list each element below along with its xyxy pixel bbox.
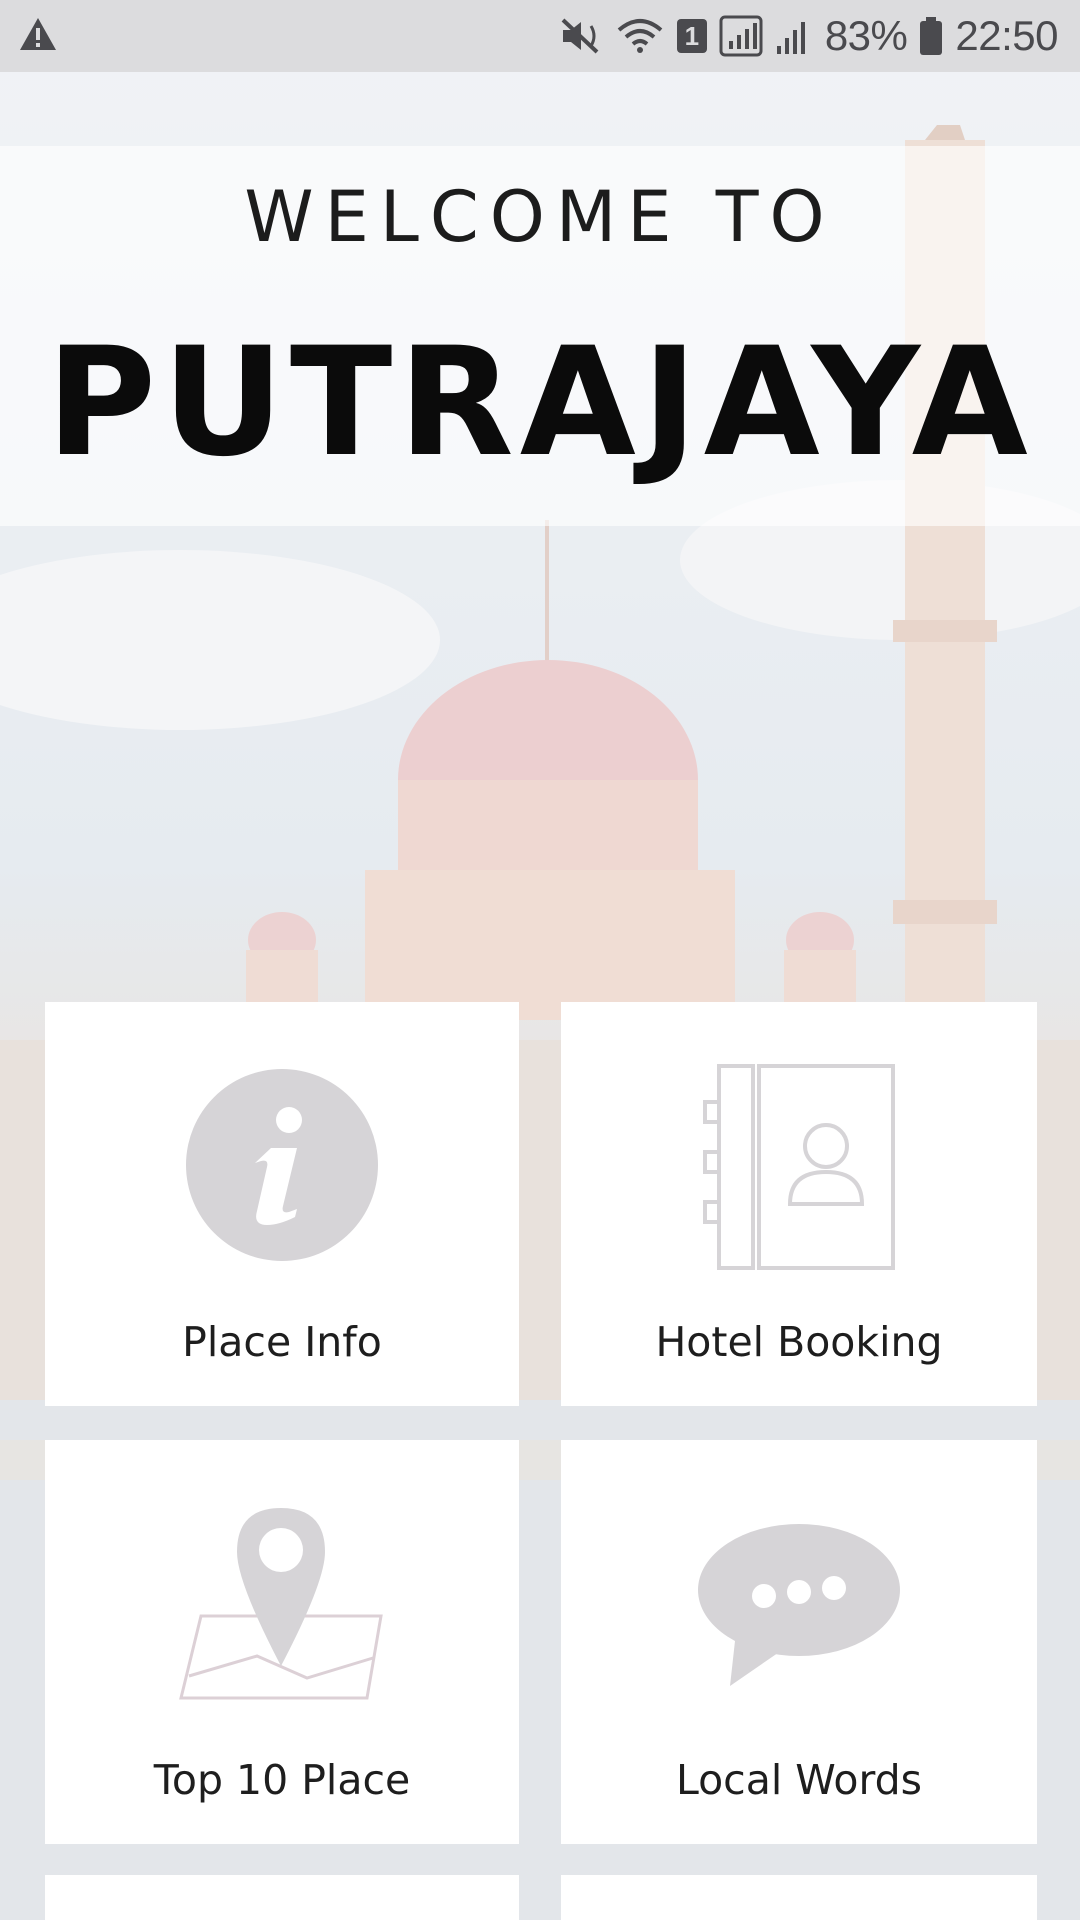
menu-tile-partial-left[interactable] xyxy=(45,1875,519,1920)
welcome-text: WELCOME TO xyxy=(244,176,836,258)
vibrate-mute-icon xyxy=(559,16,603,56)
warning-icon xyxy=(18,16,58,57)
chat-bubble-icon xyxy=(561,1522,1037,1688)
map-pin-icon xyxy=(45,1506,519,1702)
clock: 22:50 xyxy=(955,12,1058,59)
local-words-label: Local Words xyxy=(675,1756,923,1804)
local-words-tile[interactable]: Local Words xyxy=(561,1440,1037,1844)
city-title: PUTRAJAYA xyxy=(46,316,1034,490)
status-bar: 1 83% 22:50 xyxy=(0,0,1080,72)
place-info-tile[interactable]: Place Info xyxy=(45,1002,519,1406)
wifi-icon xyxy=(615,16,665,56)
top-10-place-label: Top 10 Place xyxy=(153,1756,411,1804)
signal-sim2-icon xyxy=(775,16,813,56)
top-10-place-tile[interactable]: Top 10 Place xyxy=(45,1440,519,1844)
info-icon xyxy=(45,1068,519,1262)
battery-percent: 83% xyxy=(824,12,908,59)
contact-book-icon xyxy=(561,1062,1037,1272)
place-info-label: Place Info xyxy=(182,1318,382,1366)
battery-icon xyxy=(919,16,943,56)
hotel-booking-tile[interactable]: Hotel Booking xyxy=(561,1002,1037,1406)
menu-tile-partial-right[interactable] xyxy=(561,1875,1037,1920)
hotel-booking-label: Hotel Booking xyxy=(655,1318,943,1366)
signal-sim1-icon xyxy=(719,15,763,57)
sim-badge: 1 xyxy=(676,19,707,53)
